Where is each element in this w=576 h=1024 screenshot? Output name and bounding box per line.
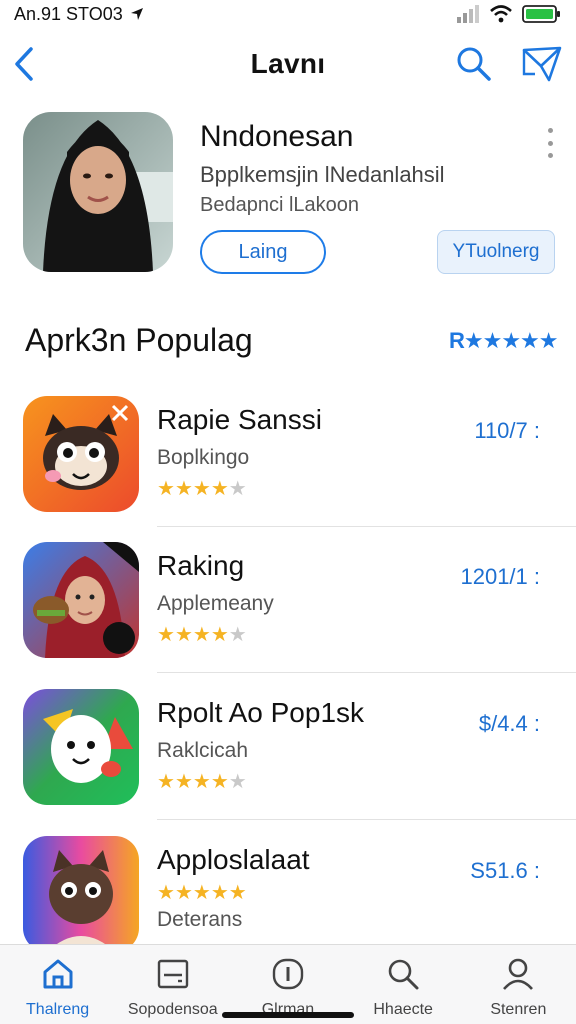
- app-rating-stars: ★★★★★: [157, 622, 247, 647]
- search-button[interactable]: [454, 44, 494, 84]
- star-filled-icon: ★: [157, 624, 175, 646]
- list-item[interactable]: Raking Applemeany ★★★★★ 1201/1 :: [0, 542, 576, 682]
- app-subtitle: Deterans: [157, 908, 243, 931]
- section-rating-link[interactable]: R★★★★★: [449, 328, 559, 354]
- app-price[interactable]: S51.6 :: [470, 858, 540, 884]
- location-arrow-icon: [130, 8, 143, 20]
- star-filled-icon: ★: [192, 478, 211, 500]
- star-filled-icon: ★: [192, 624, 211, 646]
- list-item[interactable]: Rpolt Ao Pop1sk Raklcicah ★★★★★ $/4.4 :: [0, 689, 576, 829]
- star-empty-icon: ★: [228, 771, 247, 793]
- share-button[interactable]: [520, 42, 564, 86]
- star-filled-icon: ★: [174, 624, 193, 646]
- chevron-left-icon: [15, 47, 33, 81]
- featured-name: Nndonesan: [200, 120, 354, 153]
- app-rating-stars: ★★★★★: [157, 880, 247, 905]
- section-title: Aprk3n Populag: [25, 322, 253, 358]
- divider: [157, 672, 576, 673]
- status-time: An.91 STO03: [14, 3, 123, 24]
- divider: [157, 819, 576, 820]
- star-filled-icon: ★: [210, 771, 229, 793]
- status-left: An.91 STO03: [14, 4, 145, 25]
- featured-avatar: [23, 112, 173, 272]
- star-empty-icon: ★: [228, 624, 247, 646]
- list-item[interactable]: Rapie Sanssi Boplkingo ★★★★★ 110/7 :: [0, 396, 576, 536]
- featured-subtitle: Bpplkemsjin lNedanlahsil: [200, 162, 445, 187]
- app-name: Apploslalaat: [157, 844, 310, 875]
- app-rating-stars: ★★★★★: [157, 476, 247, 501]
- app-name: Rapie Sanssi: [157, 404, 322, 435]
- inbox-icon: [157, 959, 188, 989]
- star-filled-icon: ★: [174, 771, 193, 793]
- app-subtitle: Applemeany: [157, 592, 274, 615]
- app-price[interactable]: $/4.4 :: [479, 711, 540, 737]
- person-icon: [503, 958, 534, 990]
- status-bar: An.91 STO03: [0, 0, 576, 28]
- tab-profile[interactable]: Stenren: [461, 945, 576, 1024]
- app-price[interactable]: 1201/1 :: [460, 564, 540, 590]
- star-filled-icon: ★: [228, 882, 247, 904]
- back-button[interactable]: [6, 44, 42, 84]
- home-indicator: [222, 1012, 354, 1018]
- app-subtitle: Boplkingo: [157, 446, 250, 469]
- primary-action-button[interactable]: Laing: [200, 230, 326, 274]
- tab-label: Sopodensoa: [127, 1001, 218, 1018]
- send-icon: [522, 46, 562, 82]
- star-filled-icon: ★: [157, 478, 175, 500]
- tab-inbox[interactable]: Sopodensoa: [115, 945, 230, 1024]
- app-rating-stars: ★★★★★: [157, 769, 247, 794]
- info-icon: [272, 958, 304, 990]
- featured-app: Nndonesan Bpplkemsjin lNedanlahsil Bedap…: [0, 110, 576, 280]
- star-filled-icon: ★: [210, 624, 229, 646]
- app-price[interactable]: 110/7 :: [474, 418, 540, 444]
- tab-search[interactable]: Hhaecte: [346, 945, 461, 1024]
- star-filled-icon: ★: [174, 478, 193, 500]
- more-options-icon[interactable]: [538, 128, 562, 158]
- star-empty-icon: ★: [228, 478, 247, 500]
- tab-home[interactable]: Thalreng: [0, 945, 115, 1024]
- app-icon-cat: [23, 396, 139, 512]
- app-icon-cat-rainbow: [23, 836, 139, 952]
- woman-hijab-photo: [23, 112, 173, 272]
- app-subtitle: Raklcicah: [157, 739, 249, 762]
- star-filled-icon: ★: [157, 771, 175, 793]
- divider: [157, 526, 576, 527]
- star-filled-icon: ★: [192, 771, 211, 793]
- search-icon: [457, 47, 491, 81]
- battery-icon: [522, 5, 560, 23]
- star-filled-icon: ★: [192, 882, 211, 904]
- home-icon: [43, 959, 73, 989]
- tab-label: Stenren: [490, 1001, 547, 1018]
- tab-label: Thalreng: [26, 1001, 90, 1018]
- wifi-icon: [490, 5, 512, 23]
- app-name: Raking: [157, 550, 245, 581]
- status-right: [456, 4, 562, 24]
- search-icon: [388, 959, 419, 990]
- star-filled-icon: ★: [174, 882, 193, 904]
- cellular-signal-icon: [457, 5, 479, 23]
- star-filled-icon: ★: [210, 478, 229, 500]
- app-icon-hijab: [23, 542, 139, 658]
- page-title: Lavnı: [250, 48, 326, 79]
- star-filled-icon: ★: [157, 882, 175, 904]
- app-name: Rpolt Ao Pop1sk: [157, 697, 365, 728]
- app-icon-mascot: [23, 689, 139, 805]
- secondary-action-button[interactable]: YTuolnerg: [437, 230, 555, 274]
- tab-label: Hhaecte: [373, 1001, 433, 1018]
- star-filled-icon: ★: [210, 882, 229, 904]
- featured-caption: Bedapnci lLakoon: [200, 194, 360, 216]
- navigation-bar: Lavnı: [0, 36, 576, 92]
